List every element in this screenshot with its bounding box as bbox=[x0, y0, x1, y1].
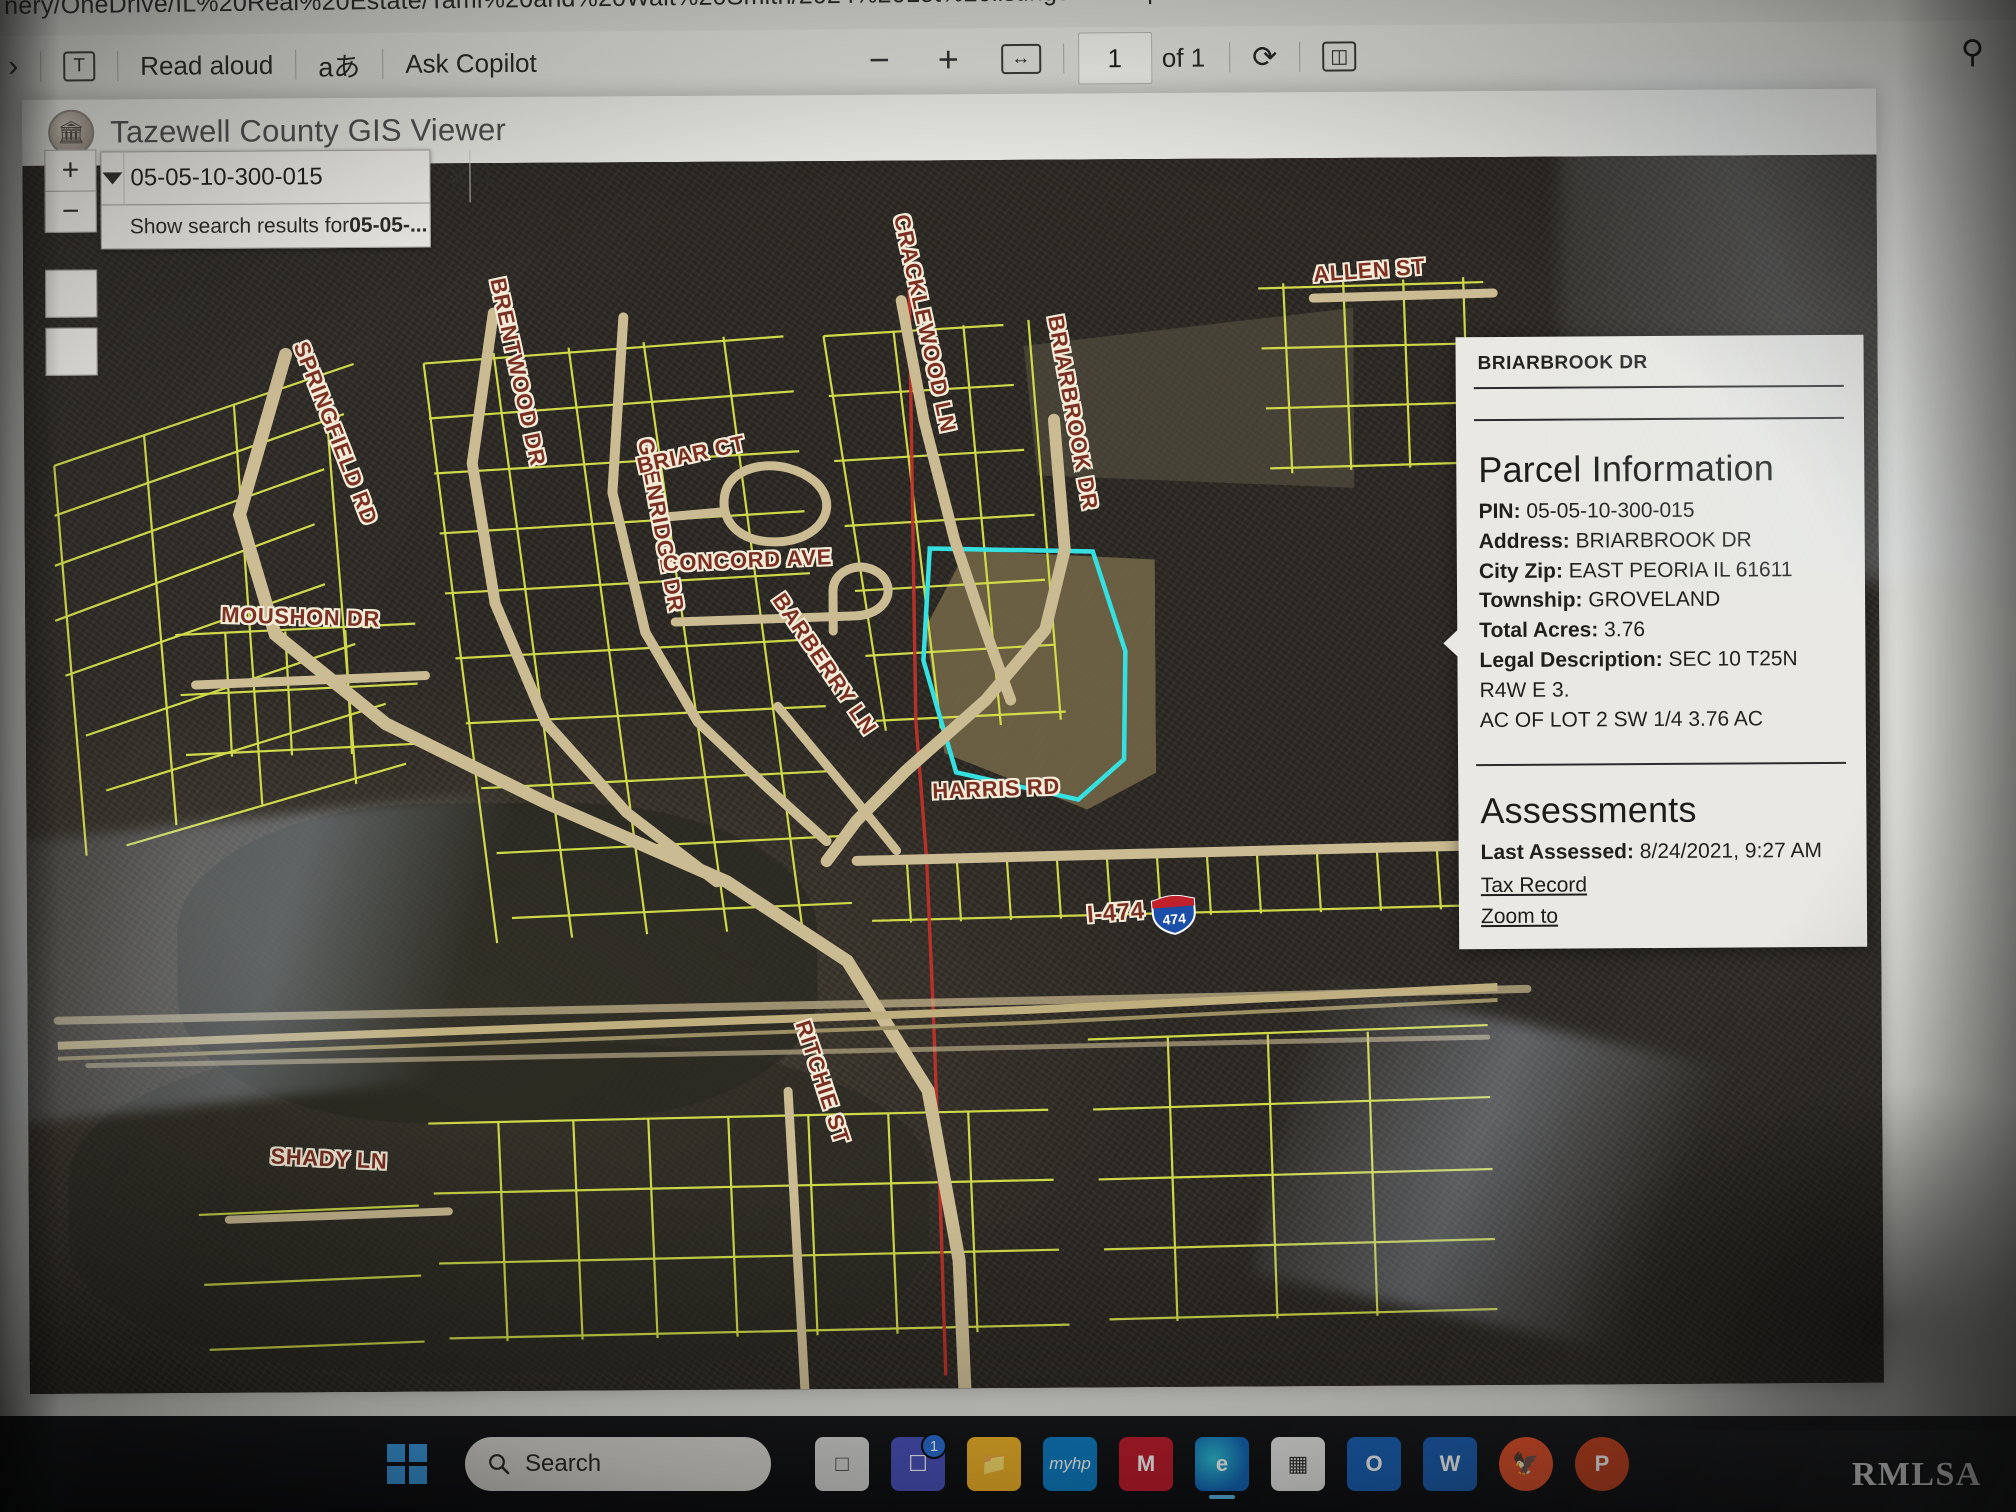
field-value: GROVELAND bbox=[1588, 588, 1720, 612]
popup-title: BRIARBROOK DR bbox=[1455, 335, 1861, 387]
field-value: BRIARBROOK DR bbox=[1576, 528, 1752, 552]
browser-window: nery/OneDrive/IL%20Real%20Estate/Tami%20… bbox=[0, 0, 2016, 1420]
field-label: Legal Description: bbox=[1479, 648, 1662, 672]
page-number-input[interactable]: 1 bbox=[1078, 32, 1152, 85]
tax-record-link[interactable]: Tax Record bbox=[1481, 872, 1845, 898]
last-assessed-row: Last Assessed: 8/24/2021, 9:27 AM bbox=[1481, 835, 1845, 867]
parcel-search-widget: ✕ Show search results for 05-05-... bbox=[100, 150, 431, 250]
parcel-information-heading: Parcel Information bbox=[1478, 447, 1842, 491]
search-input[interactable] bbox=[124, 150, 446, 204]
taskbar-search-label: Search bbox=[525, 1450, 601, 1478]
toolbar-divider bbox=[1229, 42, 1230, 72]
parcel-field-city-zip: City Zip: EAST PEORIA IL 61611 bbox=[1479, 555, 1843, 587]
word-icon[interactable]: W bbox=[1423, 1437, 1477, 1491]
locate-tool-button[interactable] bbox=[45, 328, 97, 376]
map-tool-buttons bbox=[45, 270, 98, 386]
active-app-indicator bbox=[1209, 1495, 1235, 1499]
parcel-legal-description-continued: AC OF LOT 2 SW 1/4 3.76 AC bbox=[1480, 704, 1844, 736]
search-suggestion-term: 05-05-... bbox=[349, 213, 427, 237]
read-aloud-button[interactable]: Read aloud bbox=[132, 45, 281, 85]
outlook-icon[interactable]: O bbox=[1347, 1437, 1401, 1491]
parcel-field-total-acres: Total Acres: 3.76 bbox=[1479, 614, 1843, 646]
sidebar-toggle-chevron[interactable]: › bbox=[6, 46, 26, 88]
toolbar-divider bbox=[1299, 42, 1300, 72]
parcel-field-pin: PIN: 05-05-10-300-015 bbox=[1478, 495, 1842, 527]
text-select-icon[interactable]: T bbox=[55, 47, 103, 85]
basemap-tool-button[interactable] bbox=[45, 270, 97, 318]
pdf-viewer-toolbar: › T Read aloud aあ Ask Copilot − + ↔ bbox=[0, 20, 2016, 98]
taskbar-search-box[interactable]: Search bbox=[465, 1437, 771, 1491]
task-view-icon[interactable]: □ bbox=[815, 1437, 869, 1491]
toolbar-divider bbox=[382, 49, 383, 79]
photo-of-screen: nery/OneDrive/IL%20Real%20Estate/Tami%20… bbox=[0, 0, 2016, 1512]
parcel-field-address: Address: BRIARBROOK DR bbox=[1479, 525, 1843, 557]
parcel-field-township: Township: GROVELAND bbox=[1479, 584, 1843, 616]
zoom-in-button[interactable]: + bbox=[44, 150, 96, 192]
search-suggestion-item[interactable]: Show search results for 05-05-... bbox=[101, 204, 431, 250]
field-value: 05-05-10-300-015 bbox=[1526, 499, 1694, 523]
field-label: City Zip: bbox=[1479, 559, 1563, 583]
gis-viewer-app: 🏛 Tazewell County GIS Viewer bbox=[22, 89, 1884, 1394]
popup-pointer bbox=[1443, 629, 1458, 657]
fit-to-width-icon[interactable]: ↔ bbox=[993, 40, 1049, 78]
notification-badge: 1 bbox=[921, 1433, 947, 1459]
microsoft-edge-icon[interactable]: e bbox=[1195, 1437, 1249, 1491]
close-icon[interactable]: ✕ bbox=[446, 150, 470, 202]
field-value: 3.76 bbox=[1604, 618, 1645, 641]
search-icon[interactable] bbox=[470, 150, 497, 202]
teams-icon[interactable]: ☐1 bbox=[891, 1437, 945, 1491]
zoom-to-link[interactable]: Zoom to bbox=[1481, 903, 1845, 929]
rotate-icon[interactable]: ⟳ bbox=[1244, 35, 1285, 78]
toolbar-divider bbox=[40, 52, 41, 82]
powerpoint-icon[interactable]: P bbox=[1575, 1437, 1629, 1491]
gis-app-title: Tazewell County GIS Viewer bbox=[110, 112, 506, 150]
toolbar-divider bbox=[295, 50, 296, 80]
file-explorer-icon[interactable]: 📁 bbox=[967, 1437, 1021, 1491]
microsoft-store-icon[interactable]: ▦ bbox=[1271, 1437, 1325, 1491]
interstate-474-line bbox=[57, 987, 1497, 1059]
last-assessed-label: Last Assessed: bbox=[1481, 840, 1634, 864]
field-value: EAST PEORIA IL 61611 bbox=[1569, 558, 1793, 582]
map-zoom-controls: + − bbox=[44, 150, 96, 232]
toolbar-divider bbox=[1063, 44, 1064, 74]
last-assessed-value: 8/24/2021, 9:27 AM bbox=[1640, 839, 1822, 863]
windows-taskbar: Search □ ☐1 📁 myhp M e ▦ O W 🦅 P bbox=[0, 1416, 2016, 1512]
field-label: Township: bbox=[1479, 589, 1583, 613]
search-icon[interactable]: ⚲ bbox=[1953, 28, 1993, 74]
field-label: PIN: bbox=[1478, 500, 1520, 523]
svg-text:474: 474 bbox=[1162, 910, 1187, 928]
page-layout-icon[interactable]: ◫ bbox=[1314, 37, 1364, 75]
field-label: Total Acres: bbox=[1479, 619, 1598, 643]
page-count-label: of 1 bbox=[1162, 42, 1206, 73]
zoom-out-button[interactable]: − bbox=[45, 191, 97, 233]
search-suggestion-prefix: Show search results for bbox=[130, 214, 350, 239]
field-label: Address: bbox=[1479, 529, 1570, 553]
rmlsa-watermark: RMLSA bbox=[1852, 1456, 1982, 1494]
translate-icon[interactable]: aあ bbox=[310, 41, 368, 88]
parcel-info-panel: BRIARBROOK DR Parcel Information PIN: 05… bbox=[1455, 335, 1867, 950]
mcafee-icon[interactable]: M bbox=[1119, 1437, 1173, 1491]
search-icon bbox=[487, 1452, 511, 1476]
myhp-icon[interactable]: myhp bbox=[1043, 1437, 1097, 1491]
parcel-field-legal-description: Legal Description: SEC 10 T25N R4W E 3. bbox=[1479, 644, 1843, 706]
search-bar: ✕ bbox=[100, 150, 430, 206]
ask-copilot-button[interactable]: Ask Copilot bbox=[397, 43, 545, 83]
chevron-down-icon[interactable] bbox=[101, 152, 124, 204]
interstate-shield-icon: 474 bbox=[1150, 893, 1199, 936]
windows-start-icon[interactable] bbox=[387, 1444, 427, 1484]
zoom-out-button[interactable]: − bbox=[845, 42, 914, 79]
toolbar-divider bbox=[117, 51, 118, 81]
zoom-in-button[interactable]: + bbox=[914, 41, 983, 78]
brave-icon[interactable]: 🦅 bbox=[1499, 1437, 1553, 1491]
assessments-heading: Assessments bbox=[1480, 787, 1844, 831]
